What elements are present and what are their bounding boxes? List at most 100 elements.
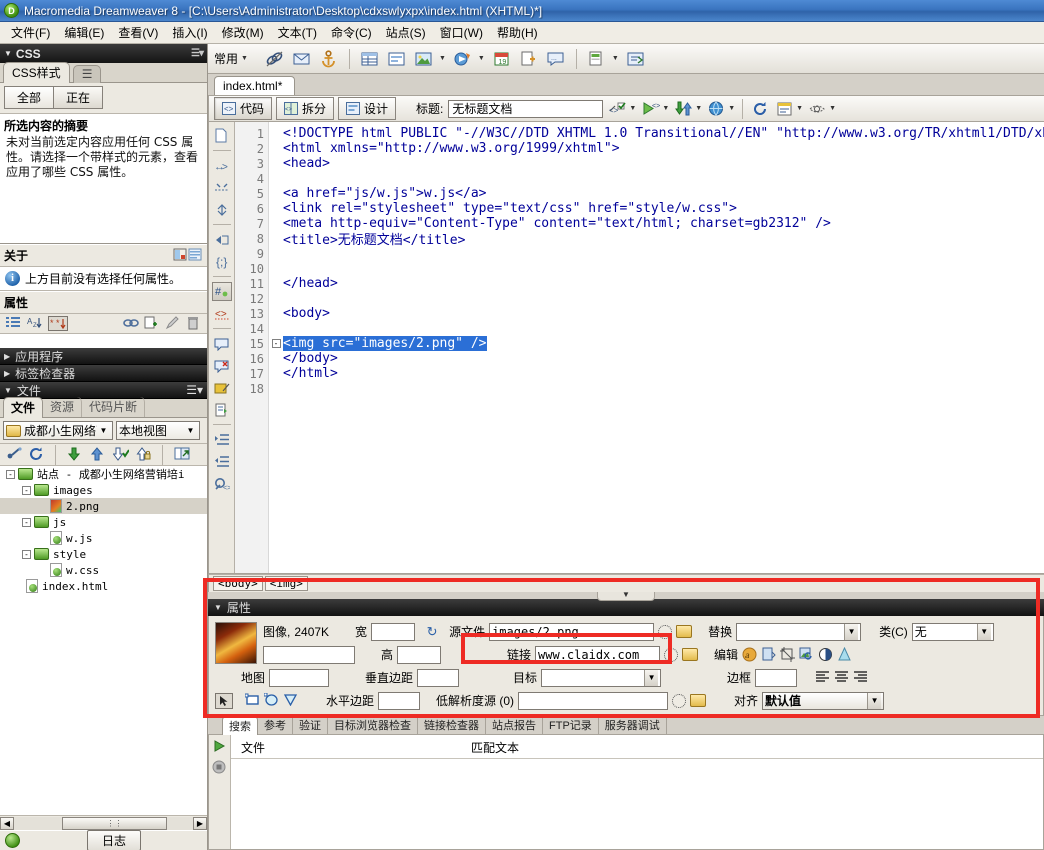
- menu-edit[interactable]: 编辑(E): [57, 22, 111, 43]
- menu-window[interactable]: 窗口(W): [433, 22, 490, 43]
- resample-image-icon[interactable]: [799, 647, 814, 662]
- show-category-view-icon[interactable]: [173, 248, 188, 263]
- tab-link-checker[interactable]: 链接检查器: [418, 716, 486, 734]
- crop-image-icon[interactable]: [780, 647, 796, 662]
- put-files-icon[interactable]: [90, 447, 105, 462]
- insert-image-icon[interactable]: [414, 49, 434, 69]
- insert-date-icon[interactable]: 19: [492, 49, 512, 69]
- insert-media-icon[interactable]: [453, 49, 473, 69]
- brightness-contrast-icon[interactable]: [818, 647, 833, 662]
- menu-site[interactable]: 站点(S): [379, 22, 433, 43]
- menu-help[interactable]: 帮助(H): [490, 22, 545, 43]
- width-input[interactable]: [371, 622, 416, 641]
- tab-search[interactable]: 搜索: [222, 716, 258, 735]
- height-input[interactable]: [397, 645, 442, 664]
- alt-select[interactable]: ▼: [736, 622, 862, 641]
- browse-folder-icon[interactable]: [682, 648, 699, 661]
- image-name-input[interactable]: [263, 645, 355, 664]
- category-view-icon[interactable]: [6, 316, 21, 331]
- tree-item-js[interactable]: - js: [0, 514, 207, 530]
- class-select[interactable]: 无 ▼: [911, 622, 994, 641]
- expand-panel-icon[interactable]: [174, 447, 190, 462]
- insert-tag-chooser-icon[interactable]: [626, 49, 646, 69]
- chevron-down-icon[interactable]: ▼: [728, 105, 735, 112]
- tree-item-wjs[interactable]: w.js: [0, 530, 207, 546]
- optimize-image-icon[interactable]: [761, 647, 776, 662]
- align-center-icon[interactable]: [834, 670, 849, 685]
- align-right-icon[interactable]: [853, 670, 868, 685]
- chevron-down-icon[interactable]: ▼: [695, 105, 702, 112]
- fold-toggle-icon[interactable]: -: [271, 339, 281, 348]
- document-tab-index-html[interactable]: index.html*: [214, 76, 296, 95]
- hspace-input[interactable]: [378, 691, 421, 710]
- insert-div-icon[interactable]: [387, 49, 407, 69]
- border-input[interactable]: [755, 668, 798, 687]
- line-numbers-icon[interactable]: #: [211, 282, 232, 301]
- scroll-left-button[interactable]: ◀: [0, 816, 14, 830]
- code-view-button[interactable]: <> 代码: [214, 97, 273, 120]
- select-parent-tag-icon[interactable]: [212, 230, 232, 249]
- browse-folder-icon[interactable]: [690, 694, 707, 707]
- expander-icon[interactable]: -: [22, 549, 31, 559]
- delete-style-icon[interactable]: [186, 316, 201, 331]
- tab-assets[interactable]: 资源: [43, 397, 83, 417]
- tab-validation[interactable]: 验证: [293, 716, 328, 734]
- wrap-tag-icon[interactable]: [212, 378, 232, 397]
- tree-item-indexhtml[interactable]: index.html: [0, 578, 207, 594]
- split-view-button[interactable]: <> 拆分: [276, 97, 335, 120]
- point-to-file-icon[interactable]: [672, 693, 687, 708]
- menu-modify[interactable]: 修改(M): [215, 22, 271, 43]
- check-page-icon[interactable]: [706, 99, 726, 119]
- chevron-down-icon[interactable]: ▼: [829, 105, 836, 112]
- oval-hotspot-icon[interactable]: [263, 692, 279, 708]
- refresh-design-view-icon[interactable]: [750, 99, 770, 119]
- tab-css-styles[interactable]: CSS样式: [3, 62, 70, 83]
- collapse-outside-selection-icon[interactable]: [212, 178, 232, 197]
- indent-code-icon[interactable]: [212, 430, 232, 449]
- tab-snippets[interactable]: 代码片断: [82, 397, 146, 417]
- css-panel-header[interactable]: ▼ CSS ☰▾: [0, 44, 207, 63]
- insert-server-side-include-icon[interactable]: [519, 49, 539, 69]
- properties-header[interactable]: ▼ 属性: [208, 599, 1044, 616]
- file-tree[interactable]: - 站点 - 成都小生网络营销培i - images 2.png - js w.…: [0, 466, 207, 815]
- tree-item-images[interactable]: - images: [0, 482, 207, 498]
- view-options-icon[interactable]: [774, 99, 794, 119]
- tab-files[interactable]: 文件: [3, 397, 44, 418]
- menu-insert[interactable]: 插入(I): [165, 22, 214, 43]
- chevron-down-icon[interactable]: ▼: [796, 105, 803, 112]
- tree-item-site[interactable]: - 站点 - 成都小生网络营销培i: [0, 466, 207, 482]
- reset-size-icon[interactable]: ↻: [419, 624, 445, 640]
- panel-tag-inspector[interactable]: ▶ 标签检查器: [0, 365, 207, 382]
- get-files-icon[interactable]: [67, 447, 82, 462]
- lowsrc-input[interactable]: [518, 691, 669, 710]
- chevron-down-icon[interactable]: ▼: [629, 105, 636, 112]
- named-anchor-icon[interactable]: [319, 49, 339, 69]
- insert-template-icon[interactable]: [587, 49, 607, 69]
- collapse-full-tag-icon[interactable]: ↔ >: [212, 156, 232, 175]
- hyperlink-icon[interactable]: [265, 49, 285, 69]
- new-css-rule-icon[interactable]: [144, 316, 159, 331]
- open-documents-icon[interactable]: [212, 126, 232, 145]
- outdent-code-icon[interactable]: [212, 452, 232, 471]
- panel-application[interactable]: ▶ 应用程序: [0, 348, 207, 365]
- point-to-file-icon[interactable]: [658, 624, 673, 639]
- tag-chip-body[interactable]: <body>: [213, 576, 263, 591]
- site-select[interactable]: 成都小生网络营 ▼: [3, 421, 113, 440]
- tab-reference[interactable]: 参考: [258, 716, 293, 734]
- menu-view[interactable]: 查看(V): [111, 22, 165, 43]
- document-title-input[interactable]: [448, 99, 604, 118]
- format-source-code-icon[interactable]: <>: [212, 474, 232, 493]
- expander-icon[interactable]: -: [6, 469, 15, 479]
- tab-browser-check[interactable]: 目标浏览器检查: [328, 716, 418, 734]
- chevron-down-icon[interactable]: ▼: [439, 55, 446, 62]
- target-select[interactable]: ▼: [541, 668, 662, 687]
- tree-item-2png[interactable]: 2.png: [0, 498, 207, 514]
- chevron-down-icon[interactable]: ▼: [478, 55, 485, 62]
- polygon-hotspot-icon[interactable]: [283, 693, 298, 708]
- css-all-button[interactable]: 全部: [4, 86, 55, 109]
- code-editor[interactable]: ↔ > {;} # <> < 1 <!DOCTYPE html PUBLIC "…: [208, 122, 1044, 574]
- insert-category-select[interactable]: 常用 ▼: [214, 50, 248, 67]
- file-tree-hscrollbar[interactable]: ◀ ⋮⋮ ▶: [0, 815, 207, 830]
- expander-icon[interactable]: -: [22, 517, 31, 527]
- email-link-icon[interactable]: [292, 49, 312, 69]
